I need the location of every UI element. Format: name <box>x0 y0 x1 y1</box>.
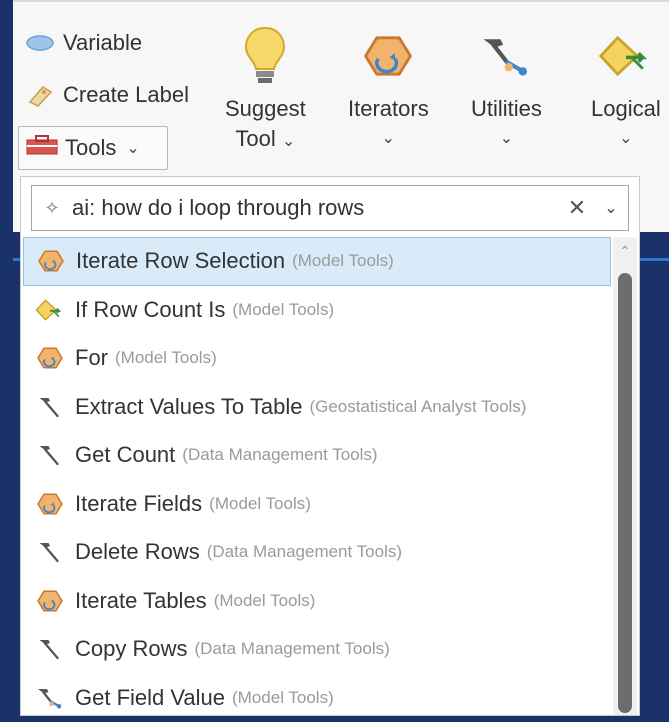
accent-divider <box>638 258 669 261</box>
hammer-icon <box>35 393 75 421</box>
tools-label: Tools <box>65 135 116 161</box>
chevron-down-icon: ⌄ <box>619 124 632 154</box>
iterator-icon <box>35 344 75 372</box>
variable-icon <box>23 30 57 56</box>
iterator-icon <box>35 490 75 518</box>
chevron-down-icon: ⌄ <box>382 124 395 154</box>
tool-search-input[interactable] <box>72 195 560 221</box>
result-item-name: For <box>75 345 108 371</box>
hammer-icon <box>35 635 75 663</box>
utilities-label: Utilities <box>471 94 542 124</box>
result-item[interactable]: Get Count (Data Management Tools) <box>23 431 611 480</box>
create-label-label: Create Label <box>63 82 189 108</box>
result-item-category: (Model Tools) <box>232 688 334 708</box>
chevron-down-icon: ⌄ <box>126 138 139 158</box>
iterators-label: Iterators <box>348 94 429 124</box>
result-item-name: If Row Count Is <box>75 297 225 323</box>
tool-search-box: ✧ ✕ ⌄ <box>31 185 629 231</box>
logical-icon <box>35 296 75 324</box>
utilities-icon <box>476 24 536 88</box>
result-item-category: (Model Tools) <box>209 494 311 514</box>
result-item-name: Extract Values To Table <box>75 394 302 420</box>
chevron-down-icon[interactable]: ⌄ <box>594 198 628 218</box>
hammer-icon <box>35 538 75 566</box>
result-item-category: (Model Tools) <box>115 348 217 368</box>
iterators-button[interactable]: Iterators ⌄ <box>348 24 429 154</box>
result-item[interactable]: Get Field Value (Model Tools) <box>23 674 611 722</box>
toolbox-icon <box>25 134 59 162</box>
result-item[interactable]: If Row Count Is (Model Tools) <box>23 286 611 335</box>
iterator-icon <box>36 247 76 275</box>
result-item-name: Get Count <box>75 442 175 468</box>
tools-dropdown-panel: ✧ ✕ ⌄ Iterate Row Selection (Model Tools)… <box>20 176 640 716</box>
suggest-tool-button[interactable]: Suggest Tool ⌄ <box>225 24 306 157</box>
utilities-button[interactable]: Utilities ⌄ <box>471 24 542 154</box>
utilities-icon <box>35 684 75 712</box>
result-item-name: Iterate Fields <box>75 491 202 517</box>
result-item[interactable]: Copy Rows (Data Management Tools) <box>23 625 611 674</box>
suggest-tool-label-1: Suggest <box>225 94 306 124</box>
result-item[interactable]: Iterate Row Selection (Model Tools) <box>23 237 611 286</box>
variable-button[interactable]: Variable <box>23 30 142 56</box>
result-item-category: (Model Tools) <box>292 251 394 271</box>
scroll-up-icon[interactable]: ⌃ <box>613 243 637 260</box>
results-scrollbar[interactable]: ⌃ <box>613 237 637 715</box>
sparkle-icon: ✧ <box>32 198 72 219</box>
chevron-down-icon: ⌄ <box>500 124 513 154</box>
logical-button[interactable]: Logical ⌄ <box>591 24 661 154</box>
tools-dropdown-button[interactable]: Tools ⌄ <box>18 126 168 170</box>
logical-icon <box>596 24 656 88</box>
result-item-name: Copy Rows <box>75 636 187 662</box>
label-icon <box>23 82 57 108</box>
result-item[interactable]: Iterate Tables (Model Tools) <box>23 577 611 626</box>
close-icon[interactable]: ✕ <box>560 195 594 221</box>
iterator-icon <box>35 587 75 615</box>
result-item-category: (Data Management Tools) <box>194 639 389 659</box>
scrollbar-thumb[interactable] <box>618 273 632 713</box>
result-item-category: (Geostatistical Analyst Tools) <box>309 397 526 417</box>
result-item-name: Iterate Tables <box>75 588 207 614</box>
suggest-tool-label-2: Tool ⌄ <box>235 124 295 157</box>
result-item-category: (Model Tools) <box>232 300 334 320</box>
chevron-down-icon: ⌄ <box>282 133 295 150</box>
result-item[interactable]: Delete Rows (Data Management Tools) <box>23 528 611 577</box>
result-item-name: Iterate Row Selection <box>76 248 285 274</box>
result-item[interactable]: For (Model Tools) <box>23 334 611 383</box>
result-item-category: (Data Management Tools) <box>182 445 377 465</box>
iterator-icon <box>358 24 418 88</box>
lightbulb-icon <box>235 24 295 88</box>
create-label-button[interactable]: Create Label <box>23 82 189 108</box>
result-item[interactable]: Iterate Fields (Model Tools) <box>23 480 611 529</box>
result-item[interactable]: Extract Values To Table (Geostatistical A… <box>23 383 611 432</box>
result-item-category: (Data Management Tools) <box>207 542 402 562</box>
variable-label: Variable <box>63 30 142 56</box>
search-results-list: Iterate Row Selection(Model Tools)If Row… <box>23 237 611 722</box>
result-item-category: (Model Tools) <box>214 591 316 611</box>
logical-label: Logical <box>591 94 661 124</box>
result-item-name: Delete Rows <box>75 539 200 565</box>
result-item-name: Get Field Value <box>75 685 225 711</box>
hammer-icon <box>35 441 75 469</box>
